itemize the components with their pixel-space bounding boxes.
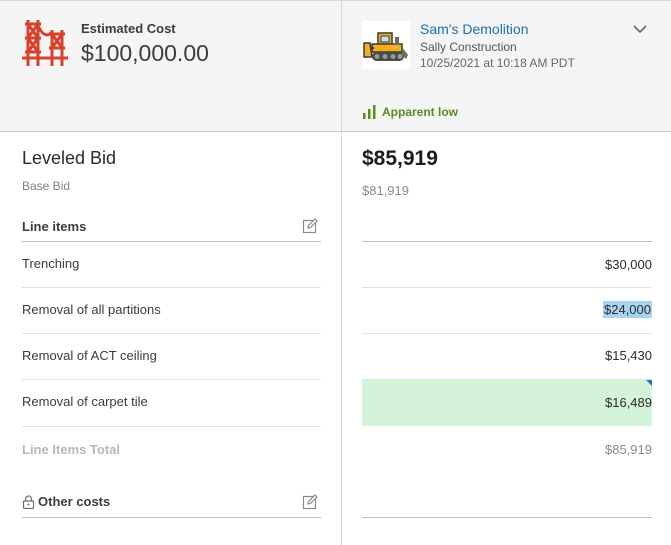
line-items-total-label: Line Items Total xyxy=(22,442,120,457)
line-item-value[interactable]: $16,489 xyxy=(605,395,652,410)
divider xyxy=(22,287,321,288)
bridge-icon xyxy=(22,20,68,66)
selected-text[interactable]: $24,000 xyxy=(603,301,652,318)
divider xyxy=(22,333,321,334)
other-costs-label: Other costs xyxy=(38,494,111,509)
cell-edit-marker xyxy=(646,380,652,386)
leveled-bid-title: Leveled Bid xyxy=(22,148,117,168)
line-item-value[interactable]: $30,000 xyxy=(605,257,652,272)
other-costs-header: Other costs xyxy=(22,494,110,509)
divider xyxy=(22,426,321,427)
edit-other-costs-icon[interactable] xyxy=(302,494,318,510)
estimated-cost-label: Estimated Cost xyxy=(81,21,176,36)
line-item-label: Trenching xyxy=(22,256,80,271)
base-bid-value: $81,919 xyxy=(362,183,409,198)
line-item-value-selected[interactable]: $24,000 xyxy=(603,301,652,318)
divider xyxy=(362,333,652,334)
line-item-label: Removal of all partitions xyxy=(22,302,161,317)
lock-icon xyxy=(22,494,35,509)
divider xyxy=(362,287,652,288)
line-item-label: Removal of ACT ceiling xyxy=(22,348,157,363)
divider xyxy=(22,241,321,242)
column-divider xyxy=(341,0,342,545)
divider xyxy=(362,241,652,242)
line-item-value[interactable]: $15,430 xyxy=(605,348,652,363)
bid-submitted-date: 10/25/2021 at 10:18 AM PDT xyxy=(420,56,575,70)
bulldozer-icon xyxy=(362,21,410,69)
divider xyxy=(22,517,321,518)
leveled-bid-total: $85,919 xyxy=(362,147,438,170)
bidder-name-link[interactable]: Sam's Demolition xyxy=(420,21,529,37)
bidder-company: Sally Construction xyxy=(420,40,517,54)
divider xyxy=(22,379,321,380)
divider xyxy=(362,517,652,518)
apparent-low-label: Apparent low xyxy=(382,105,459,119)
chevron-down-icon[interactable] xyxy=(632,23,648,35)
estimated-cost-value: $100,000.00 xyxy=(81,40,209,66)
apparent-low-badge: Apparent low xyxy=(362,105,458,119)
line-item-label: Removal of carpet tile xyxy=(22,394,148,409)
line-items-label: Line items xyxy=(22,219,87,234)
edit-line-items-icon[interactable] xyxy=(302,218,318,234)
line-items-total-value: $85,919 xyxy=(605,442,652,457)
base-bid-label: Base Bid xyxy=(22,179,71,193)
bar-chart-icon xyxy=(363,105,376,119)
